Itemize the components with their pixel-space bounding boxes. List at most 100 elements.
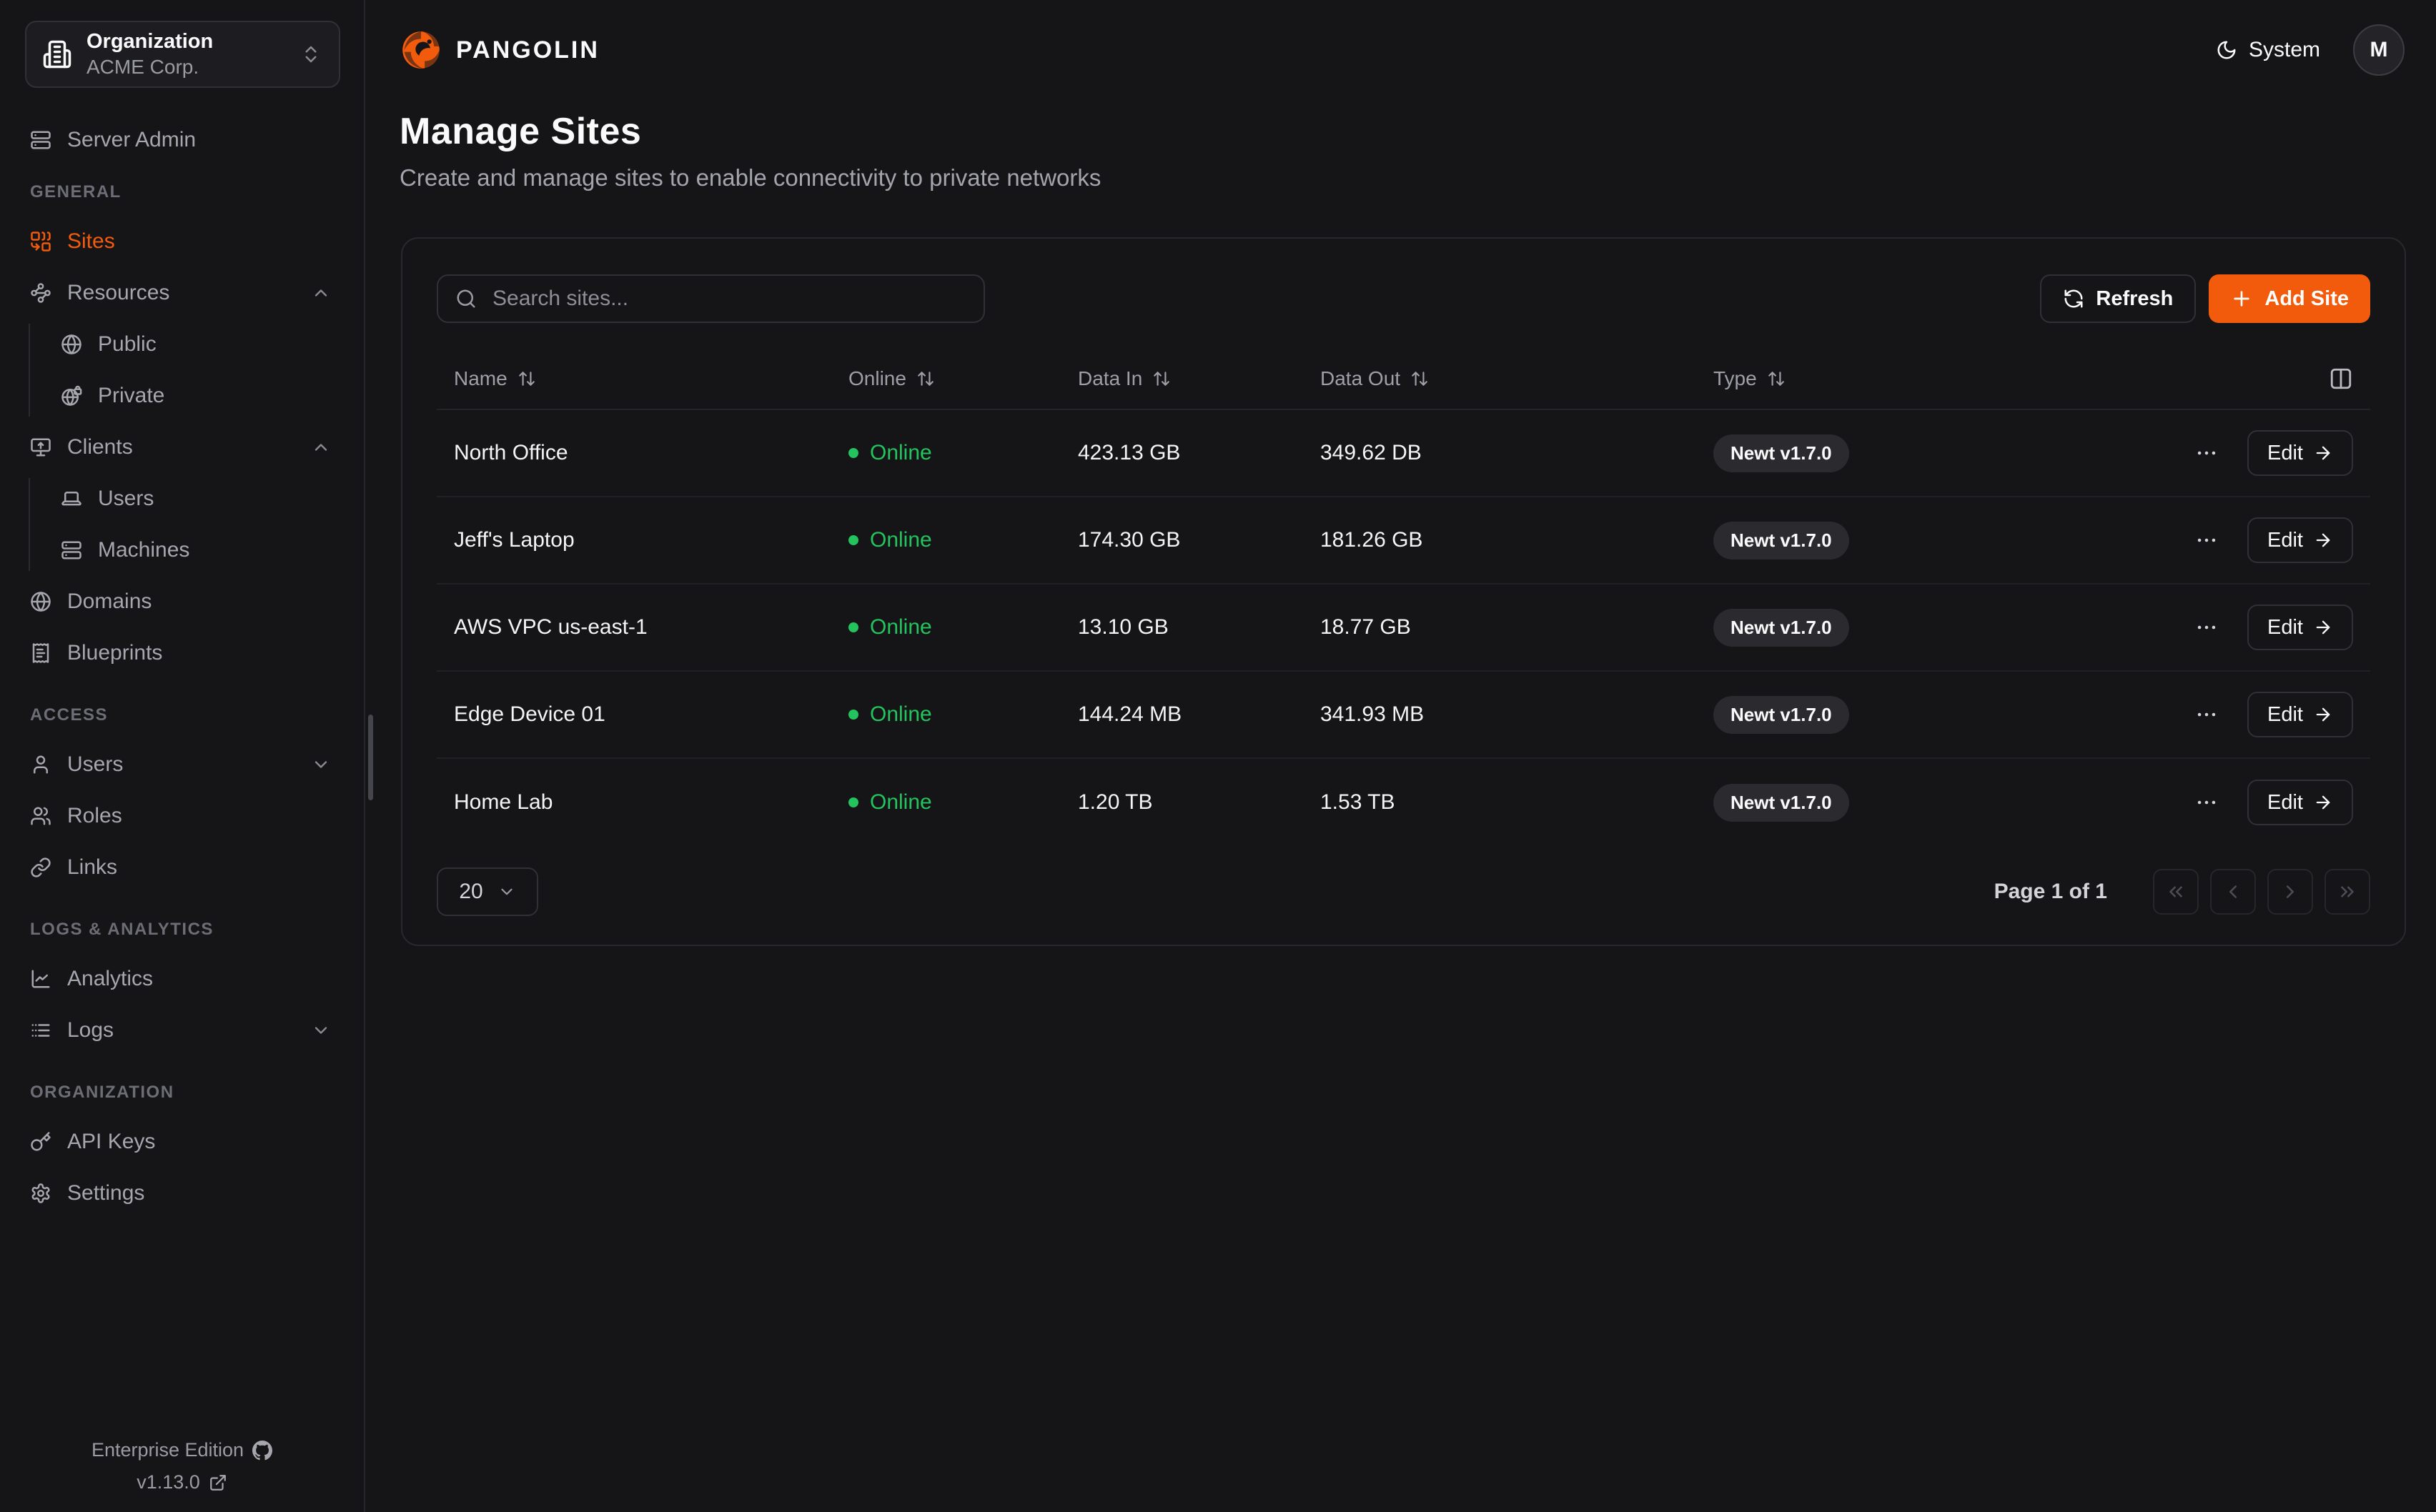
- next-page-button[interactable]: [2267, 869, 2313, 915]
- more-options-button[interactable]: [2194, 702, 2219, 727]
- sidebar-item-logs[interactable]: Logs: [23, 1010, 341, 1051]
- building-icon: [42, 39, 72, 69]
- sidebar-item-label: Domains: [67, 590, 152, 614]
- sidebar-item-machines[interactable]: Machines: [61, 529, 341, 571]
- page-size-select[interactable]: 20: [437, 867, 538, 916]
- sidebar-item-label: Blueprints: [67, 641, 162, 665]
- sidebar-item-public[interactable]: Public: [61, 324, 341, 365]
- type-badge: Newt v1.7.0: [1713, 609, 1849, 647]
- theme-label: System: [2249, 38, 2320, 62]
- status-cell: Online: [848, 615, 1078, 640]
- sort-icon: [1410, 369, 1429, 388]
- sites-icon: [30, 231, 51, 252]
- refresh-button[interactable]: Refresh: [2040, 274, 2196, 323]
- refresh-icon: [2063, 288, 2084, 309]
- online-dot-icon: [848, 535, 858, 545]
- more-options-button[interactable]: [2194, 615, 2219, 640]
- sidebar-item-settings[interactable]: Settings: [23, 1173, 341, 1214]
- column-header-data-out[interactable]: Data Out: [1320, 367, 1713, 390]
- sidebar-item-blueprints[interactable]: Blueprints: [23, 632, 341, 674]
- sidebar-item-sites[interactable]: Sites: [23, 221, 341, 262]
- edit-label: Edit: [2267, 703, 2303, 727]
- sidebar-item-label: Users: [67, 752, 123, 777]
- data-in-value: 174.30 GB: [1078, 528, 1320, 552]
- section-label-access: ACCESS: [30, 705, 341, 725]
- sidebar-item-resources[interactable]: Resources: [23, 272, 341, 314]
- data-in-value: 423.13 GB: [1078, 441, 1320, 465]
- chevron-up-icon: [311, 437, 331, 457]
- status-cell: Online: [848, 790, 1078, 815]
- sidebar: Organization ACME Corp. Server Admin GEN…: [0, 0, 365, 1512]
- gear-icon: [30, 1183, 51, 1204]
- data-out-value: 1.53 TB: [1320, 790, 1713, 815]
- edit-button[interactable]: Edit: [2247, 517, 2353, 563]
- more-options-button[interactable]: [2194, 441, 2219, 465]
- previous-page-button[interactable]: [2210, 869, 2256, 915]
- table-row[interactable]: North Office Online 423.13 GB 349.62 DB …: [437, 410, 2370, 497]
- toolbar: Refresh Add Site: [437, 274, 2370, 323]
- online-dot-icon: [848, 797, 858, 807]
- sidebar-item-server-admin[interactable]: Server Admin: [23, 119, 341, 161]
- chevron-down-icon: [497, 882, 516, 901]
- edition-label: Enterprise Edition: [91, 1439, 244, 1461]
- arrow-right-icon: [2313, 792, 2333, 812]
- arrow-right-icon: [2313, 705, 2333, 725]
- edit-label: Edit: [2267, 616, 2303, 640]
- type-badge: Newt v1.7.0: [1713, 784, 1849, 822]
- server-icon: [61, 539, 82, 561]
- logs-list-icon: [30, 1020, 51, 1041]
- organization-selector[interactable]: Organization ACME Corp.: [25, 21, 340, 88]
- avatar[interactable]: M: [2353, 24, 2405, 76]
- search-input[interactable]: [437, 274, 985, 323]
- column-header-online[interactable]: Online: [848, 367, 1078, 390]
- sidebar-item-analytics[interactable]: Analytics: [23, 958, 341, 1000]
- add-site-button[interactable]: Add Site: [2209, 274, 2370, 323]
- sidebar-item-links[interactable]: Links: [23, 847, 341, 888]
- sidebar-item-api-keys[interactable]: API Keys: [23, 1121, 341, 1163]
- column-label: Data In: [1078, 367, 1142, 390]
- column-header-data-in[interactable]: Data In: [1078, 367, 1320, 390]
- globe-icon: [61, 334, 82, 355]
- sidebar-item-roles[interactable]: Roles: [23, 795, 341, 837]
- table-row[interactable]: AWS VPC us-east-1 Online 13.10 GB 18.77 …: [437, 585, 2370, 672]
- sidebar-item-users[interactable]: Users: [23, 744, 341, 785]
- table-row[interactable]: Jeff's Laptop Online 174.30 GB 181.26 GB…: [437, 497, 2370, 585]
- site-name: North Office: [437, 441, 848, 465]
- sidebar-item-private[interactable]: Private: [61, 375, 341, 417]
- sidebar-item-label: Analytics: [67, 967, 153, 991]
- edit-button[interactable]: Edit: [2247, 605, 2353, 650]
- status-cell: Online: [848, 702, 1078, 727]
- more-options-button[interactable]: [2194, 790, 2219, 815]
- edit-button[interactable]: Edit: [2247, 692, 2353, 737]
- sidebar-item-clients[interactable]: Clients: [23, 427, 341, 468]
- sidebar-item-label: API Keys: [67, 1130, 155, 1154]
- first-page-button[interactable]: [2153, 869, 2199, 915]
- sidebar-item-label: Links: [67, 855, 117, 880]
- column-header-name[interactable]: Name: [437, 367, 848, 390]
- sidebar-nav: Server Admin GENERAL Sites Resources Pub…: [0, 119, 364, 1429]
- data-in-value: 144.24 MB: [1078, 702, 1320, 727]
- table-row[interactable]: Home Lab Online 1.20 TB 1.53 TB Newt v1.…: [437, 759, 2370, 846]
- edit-button[interactable]: Edit: [2247, 430, 2353, 476]
- plus-icon: [2230, 287, 2253, 310]
- sidebar-item-domains[interactable]: Domains: [23, 581, 341, 622]
- sort-icon: [1767, 369, 1786, 388]
- online-dot-icon: [848, 448, 858, 458]
- column-header-type[interactable]: Type: [1713, 367, 2182, 390]
- edit-button[interactable]: Edit: [2247, 780, 2353, 825]
- table-row[interactable]: Edge Device 01 Online 144.24 MB 341.93 M…: [437, 672, 2370, 759]
- more-options-button[interactable]: [2194, 528, 2219, 552]
- sidebar-item-client-users[interactable]: Users: [61, 478, 341, 519]
- type-badge: Newt v1.7.0: [1713, 434, 1849, 472]
- last-page-button[interactable]: [2324, 869, 2370, 915]
- page-info: Page 1 of 1: [1994, 880, 2107, 904]
- data-out-value: 349.62 DB: [1320, 441, 1713, 465]
- column-visibility-button[interactable]: [2329, 367, 2353, 391]
- github-icon[interactable]: [252, 1441, 272, 1461]
- add-site-label: Add Site: [2264, 287, 2349, 311]
- sidebar-scrollbar-thumb[interactable]: [368, 715, 373, 800]
- theme-toggle[interactable]: System: [2216, 38, 2320, 62]
- status-cell: Online: [848, 528, 1078, 552]
- external-link-icon[interactable]: [209, 1473, 227, 1492]
- online-dot-icon: [848, 710, 858, 720]
